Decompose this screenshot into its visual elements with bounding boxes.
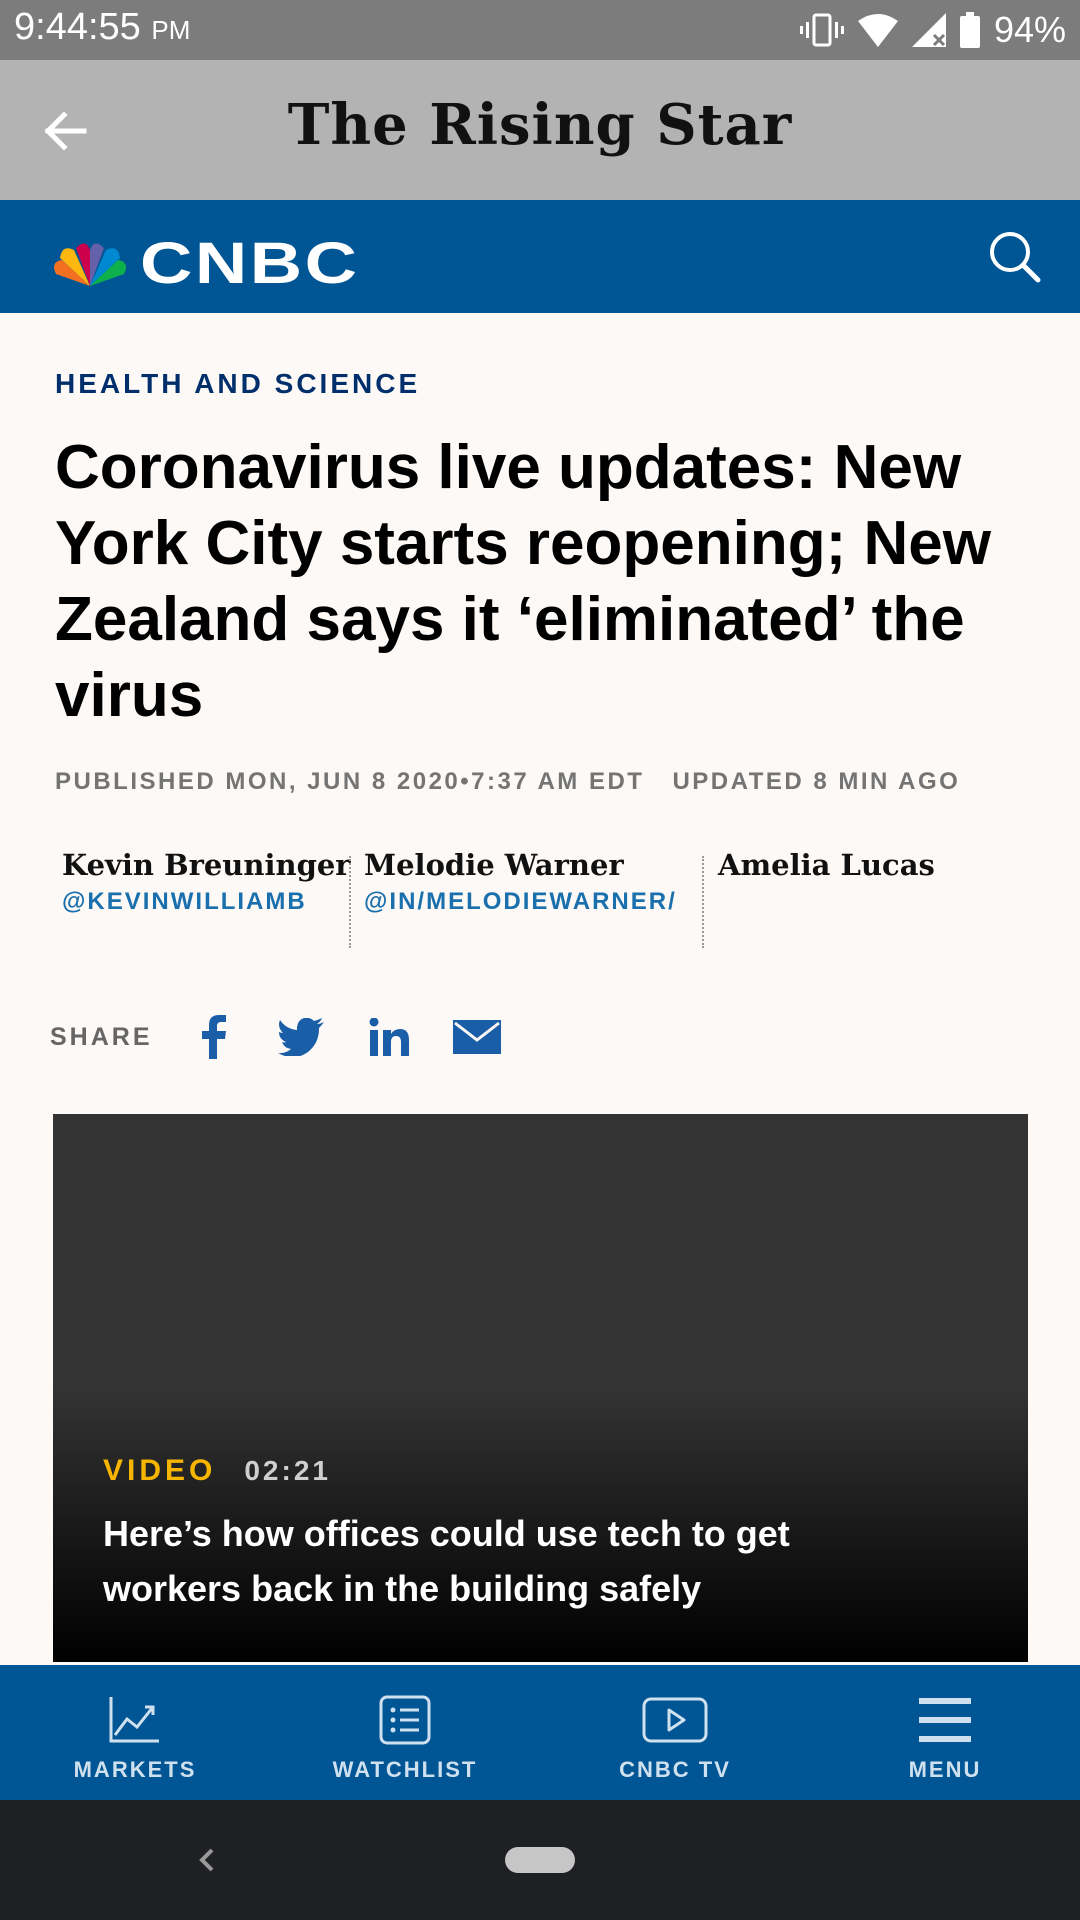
article-meta: PUBLISHED MON, JUN 8 2020•7:37 AM EDT UPD… bbox=[55, 768, 960, 796]
search-button[interactable] bbox=[986, 228, 1042, 284]
email-icon[interactable] bbox=[451, 1011, 503, 1063]
updated-time: UPDATED 8 MIN AGO bbox=[672, 768, 961, 795]
cnbc-wordmark: CNBC bbox=[140, 231, 360, 296]
nav-label: MENU bbox=[908, 1757, 982, 1782]
published-time: PUBLISHED MON, JUN 8 2020•7:37 AM EDT bbox=[55, 768, 645, 795]
author-handle[interactable]: @IN/MELODIEWARNER/ bbox=[364, 888, 677, 916]
chart-line-icon bbox=[109, 1697, 159, 1743]
signal-icon bbox=[911, 13, 946, 47]
video-label: VIDEO bbox=[103, 1454, 217, 1487]
video-tag: VIDEO 02:21 bbox=[103, 1454, 331, 1488]
facebook-icon[interactable] bbox=[187, 1011, 239, 1063]
app-title: The Rising Star bbox=[287, 92, 793, 158]
nav-watchlist[interactable]: WATCHLIST bbox=[270, 1665, 540, 1800]
share-label: SHARE bbox=[50, 1022, 153, 1051]
video-title[interactable]: Here’s how offices could use tech to get… bbox=[103, 1506, 923, 1616]
nav-cnbc-tv[interactable]: CNBC TV bbox=[540, 1665, 810, 1800]
status-bar: 9:44:55 PM 94% bbox=[0, 0, 1080, 60]
bottom-nav: MARKETS WATCHLIST CNBC TV MENU bbox=[0, 1665, 1080, 1800]
author-handle[interactable]: @KEVINWILLIAMB bbox=[62, 888, 351, 916]
twitter-icon[interactable] bbox=[275, 1011, 327, 1063]
battery-percent: 94% bbox=[993, 9, 1066, 50]
nav-label: WATCHLIST bbox=[332, 1757, 478, 1782]
status-time: 9:44:55 PM bbox=[14, 6, 191, 48]
author-name[interactable]: Amelia Lucas bbox=[718, 848, 935, 882]
share-bar: SHARE bbox=[50, 1010, 539, 1064]
nav-markets[interactable]: MARKETS bbox=[0, 1665, 270, 1800]
author-item: Melodie Warner @IN/MELODIEWARNER/ bbox=[364, 848, 677, 948]
battery-icon bbox=[959, 12, 980, 48]
status-icons: 94% bbox=[799, 8, 1066, 52]
video-player[interactable]: VIDEO 02:21 Here’s how offices could use… bbox=[53, 1114, 1028, 1662]
list-icon bbox=[379, 1695, 431, 1745]
peacock-icon bbox=[54, 242, 126, 286]
nav-label: CNBC TV bbox=[619, 1757, 731, 1782]
cnbc-logo[interactable]: CNBC bbox=[50, 230, 357, 297]
linkedin-icon[interactable] bbox=[363, 1011, 415, 1063]
author-item: Amelia Lucas bbox=[718, 848, 935, 948]
system-nav-bar bbox=[0, 1800, 1080, 1920]
section-label[interactable]: HEALTH AND SCIENCE bbox=[55, 368, 420, 400]
nav-menu[interactable]: MENU bbox=[810, 1665, 1080, 1800]
author-divider bbox=[349, 856, 351, 948]
hamburger-icon bbox=[919, 1698, 971, 1742]
system-back-icon[interactable] bbox=[192, 1840, 222, 1880]
app-bar: The Rising Star bbox=[0, 60, 1080, 200]
author-divider bbox=[702, 856, 704, 948]
article-headline: Coronavirus live updates: New York City … bbox=[55, 433, 991, 730]
cnbc-header: CNBC bbox=[0, 200, 1080, 313]
author-item: Kevin Breuninger @KEVINWILLIAMB bbox=[62, 848, 351, 948]
vibrate-icon bbox=[799, 13, 844, 47]
system-home-pill[interactable] bbox=[505, 1847, 575, 1873]
author-name[interactable]: Melodie Warner bbox=[364, 848, 677, 882]
video-duration: 02:21 bbox=[244, 1455, 331, 1486]
author-name[interactable]: Kevin Breuninger bbox=[62, 848, 351, 882]
search-icon bbox=[990, 232, 1041, 283]
wifi-icon bbox=[857, 14, 898, 47]
play-icon bbox=[642, 1697, 708, 1743]
nav-label: MARKETS bbox=[73, 1757, 197, 1782]
